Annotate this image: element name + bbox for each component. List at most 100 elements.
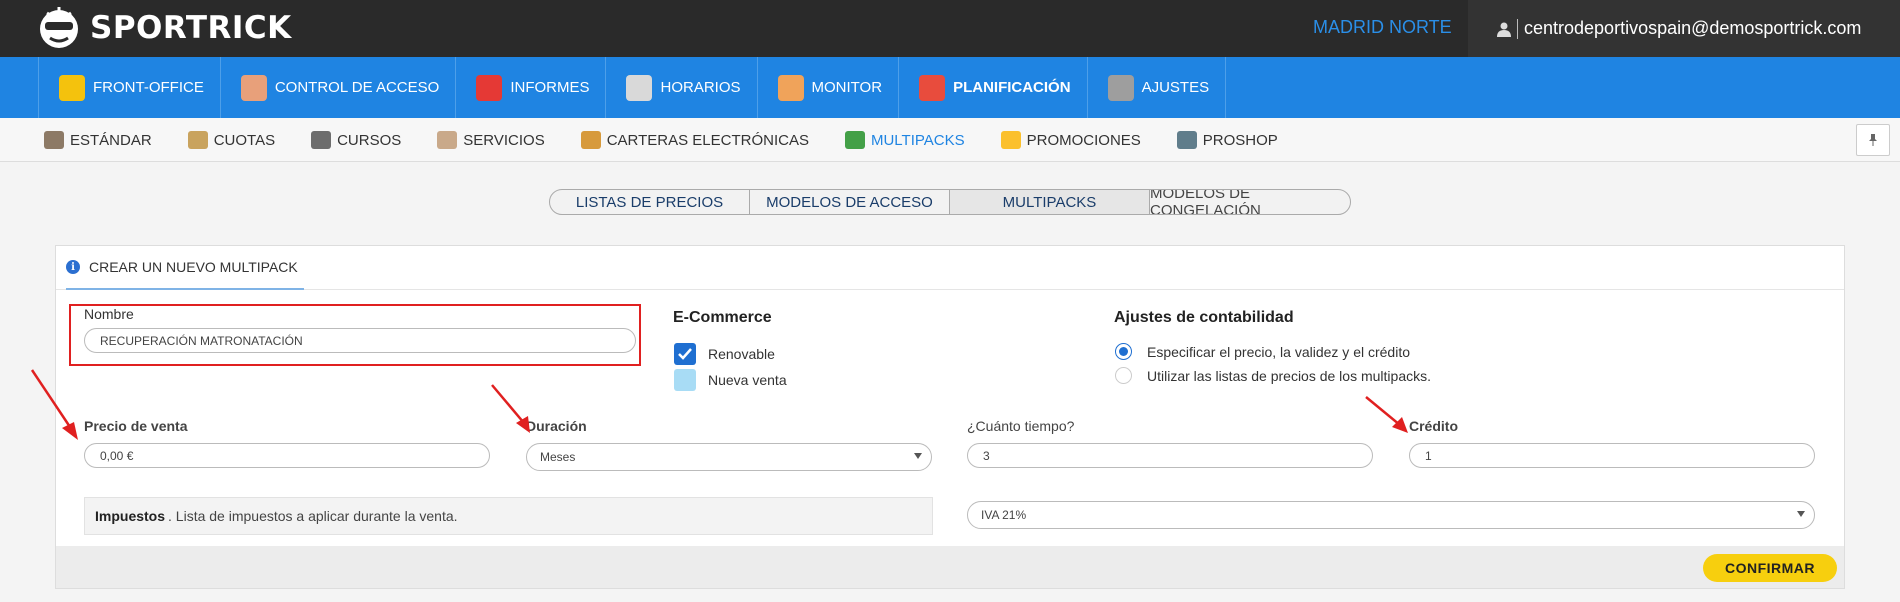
wallet-icon: [580, 131, 601, 149]
annotation-arrow-credit: [1365, 396, 1408, 433]
confirm-button[interactable]: CONFIRMAR: [1703, 554, 1837, 582]
multipack-icon: [844, 131, 865, 149]
price-label: Precio de venta: [84, 418, 188, 434]
new-sale-checkbox[interactable]: [674, 369, 696, 391]
tab-modelos-de-congelacion[interactable]: MODELOS DE CONGELACIÓN: [1150, 190, 1350, 214]
card-title[interactable]: i CREAR UN NUEVO MULTIPACK: [66, 246, 304, 290]
name-input[interactable]: RECUPERACIÓN MATRONATACIÓN: [84, 328, 636, 353]
main-nav: FRONT-OFFICE CONTROL DE ACCESO INFORMES HOR…: [0, 57, 1900, 127]
calendar-icon: [626, 74, 653, 101]
sub-nav-item-4[interactable]: CARTERAS ELECTRÓNICAS: [580, 118, 809, 162]
credit-input[interactable]: 1: [1409, 443, 1815, 468]
sub-nav-item-6[interactable]: PROMOCIONES: [1000, 118, 1141, 162]
name-label: Nombre: [84, 306, 134, 322]
gear-icon: [1107, 74, 1134, 101]
main-nav-item-5[interactable]: PLANIFICACIÓN: [899, 57, 1088, 127]
renewable-checkbox[interactable]: [674, 343, 696, 365]
main-nav-label: INFORMES: [510, 79, 590, 96]
user-email: centrodeportivospain@demosportrick.com: [1524, 18, 1862, 38]
tab-modelos-de-acceso[interactable]: MODELOS DE ACCESO: [750, 190, 950, 214]
sub-nav-label: CUOTAS: [213, 131, 276, 149]
brand-name: SPORTRICK: [90, 10, 292, 46]
info-icon: i: [66, 260, 80, 274]
tax-description: . Lista de impuestos a aplicar durante l…: [168, 508, 458, 524]
sub-nav-label: ESTÁNDAR: [70, 131, 152, 149]
accounting-option-specify-label: Especificar el precio, la validez y el c…: [1147, 343, 1411, 360]
sub-nav-label: CURSOS: [337, 131, 402, 149]
main-nav-item-0[interactable]: FRONT-OFFICE: [38, 57, 221, 118]
accounting-option-specify[interactable]: Especificar el precio, la validez y el c…: [1115, 343, 1410, 360]
box-icon: [44, 131, 64, 149]
renewable-checkbox-row[interactable]: Renovable: [674, 343, 775, 365]
duration-label: Duración: [526, 418, 587, 434]
tab-multipacks[interactable]: MULTIPACKS: [950, 190, 1150, 214]
accounting-option-lists-label: Utilizar las listas de precios de los mu…: [1147, 367, 1431, 384]
accounting-title: Ajustes de contabilidad: [1114, 309, 1294, 326]
radio-specify[interactable]: [1115, 343, 1132, 360]
logo-mascot-icon: [40, 7, 78, 48]
main-nav-label: AJUSTES: [1141, 79, 1210, 96]
sub-nav-item-1[interactable]: CUOTAS: [187, 118, 276, 162]
clipboard-icon: [187, 131, 208, 149]
main-nav-item-1[interactable]: CONTROL DE ACCESO: [221, 57, 457, 118]
chevron-down-icon: [914, 453, 922, 459]
main-nav-label: MONITOR: [811, 79, 883, 96]
cash-register-icon: [1176, 131, 1197, 149]
star-icon: [1000, 131, 1021, 149]
tax-description-box: Impuestos . Lista de impuestos a aplicar…: [84, 497, 933, 535]
new-sale-checkbox-row[interactable]: Nueva venta: [674, 369, 787, 391]
main-nav-label: HORARIOS: [660, 79, 741, 96]
user-icon: [1497, 22, 1511, 37]
time-label: ¿Cuánto tiempo?: [967, 418, 1075, 434]
tax-select[interactable]: IVA 21%: [967, 501, 1815, 529]
time-input[interactable]: 3: [967, 443, 1373, 468]
planner-calendar-icon: [919, 74, 946, 101]
sub-nav-item-3[interactable]: SERVICIOS: [437, 118, 545, 162]
sub-nav-label: PROSHOP: [1202, 131, 1278, 149]
card-title-text: CREAR UN NUEVO MULTIPACK: [89, 259, 298, 275]
location-name[interactable]: MADRID NORTE: [1313, 17, 1452, 38]
create-multipack-card: i CREAR UN NUEVO MULTIPACK Nombre RECUPE…: [55, 245, 1845, 589]
tax-label: Impuestos: [95, 508, 166, 524]
handshake-icon: [437, 131, 458, 149]
user-menu[interactable]: centrodeportivospain@demosportrick.com: [1468, 0, 1900, 57]
turnstile-icon: [240, 74, 267, 101]
sub-nav-item-5[interactable]: MULTIPACKS: [844, 118, 965, 162]
pin-icon: [1869, 134, 1877, 146]
main-nav-item-2[interactable]: INFORMES: [456, 57, 607, 118]
credit-label: Crédito: [1409, 418, 1458, 434]
segment-tabs: LISTAS DE PRECIOS MODELOS DE ACCESO MULT…: [549, 189, 1351, 215]
sportrick-logo[interactable]: SPORTRICK: [36, 4, 292, 52]
renewable-label: Renovable: [708, 346, 775, 362]
main-nav-item-3[interactable]: HORARIOS: [606, 57, 758, 118]
main-nav-item-4[interactable]: MONITOR: [758, 57, 900, 118]
receptionist-icon: [59, 74, 85, 101]
duration-select[interactable]: Meses: [526, 443, 932, 471]
ecommerce-title: E-Commerce: [673, 309, 772, 326]
chevron-down-icon: [1797, 511, 1805, 517]
sub-nav-item-0[interactable]: ESTÁNDAR: [44, 118, 152, 162]
sub-nav-label: CARTERAS ELECTRÓNICAS: [606, 131, 809, 149]
annotation-arrow-price: [30, 369, 78, 440]
annotation-arrow-duration: [491, 384, 530, 433]
duration-value: Meses: [540, 450, 576, 464]
sub-nav-item-7[interactable]: PROSHOP: [1176, 118, 1278, 162]
books-icon: [311, 131, 332, 149]
sub-nav-item-2[interactable]: CURSOS: [311, 118, 401, 162]
accounting-option-lists[interactable]: Utilizar las listas de precios de los mu…: [1115, 367, 1431, 384]
main-nav-label: CONTROL DE ACCESO: [274, 79, 440, 96]
pie-chart-icon: [476, 74, 503, 101]
pin-button[interactable]: [1856, 124, 1890, 156]
main-nav-label: FRONT-OFFICE: [93, 79, 204, 96]
tab-listas-de-precios[interactable]: LISTAS DE PRECIOS: [550, 190, 750, 214]
sub-nav-label: PROMOCIONES: [1026, 131, 1141, 149]
card-footer: CONFIRMAR: [56, 546, 1844, 588]
user-separator: [1517, 18, 1518, 39]
radio-lists[interactable]: [1115, 367, 1132, 384]
sub-nav-label: MULTIPACKS: [870, 131, 965, 149]
price-input[interactable]: 0,00 €: [84, 443, 490, 468]
new-sale-label: Nueva venta: [708, 372, 787, 388]
main-nav-item-6[interactable]: AJUSTES: [1088, 57, 1227, 118]
main-nav-label: PLANIFICACIÓN: [953, 79, 1071, 96]
check-icon: [678, 348, 692, 360]
